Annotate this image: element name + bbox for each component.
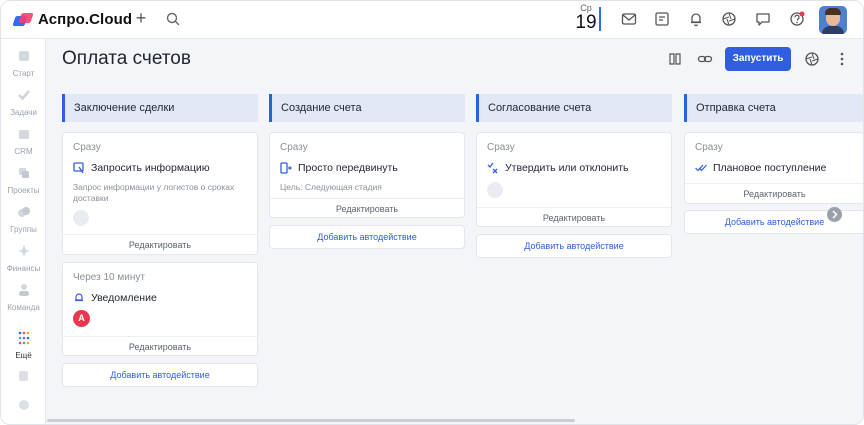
app-logo[interactable]: Аспро.Cloud [12, 11, 133, 28]
projects-icon [18, 168, 29, 178]
action-card[interactable]: Через 10 минут Уведомление А Редактирова… [62, 262, 258, 356]
column-header: Отправка счета [684, 94, 863, 122]
sidebar-item-label: Финансы [6, 264, 41, 273]
page-title: Оплата счетов [62, 48, 191, 69]
team-icon [18, 284, 29, 296]
edit-button[interactable]: Редактировать [685, 183, 863, 203]
edit-button[interactable]: Редактировать [63, 336, 257, 356]
notes-icon[interactable] [653, 10, 671, 28]
card-timing: Через 10 минут [73, 272, 145, 283]
pin-icon[interactable] [16, 369, 32, 383]
edit-button[interactable]: Редактировать [270, 198, 464, 218]
sidebar-item-finance[interactable]: Финансы [1, 244, 46, 273]
app-name: Аспро.Cloud [38, 11, 133, 28]
card-description: Запрос информации у логистов о сроках до… [73, 182, 235, 203]
top-bar: Аспро.Cloud + Ср 19 [1, 1, 863, 39]
edit-button[interactable]: Редактировать [477, 207, 671, 227]
sidebar-item-label: Команда [7, 303, 40, 312]
card-action-label: Утвердить или отклонить [505, 162, 629, 174]
action-card[interactable]: Сразу Просто передвинуть Цель: Следующая… [269, 132, 465, 218]
sidebar: Старт Задачи CRM Проекты Группы Финансы … [1, 39, 46, 424]
card-description: Цель: Следующая стадия [280, 182, 382, 192]
sidebar-item-crm[interactable]: CRM [1, 127, 46, 156]
chat-bubble-icon[interactable] [16, 398, 32, 412]
move-icon [280, 162, 292, 174]
book-icon[interactable] [666, 50, 684, 68]
bell-icon[interactable] [687, 10, 705, 28]
date-day: 19 [575, 12, 597, 33]
run-button[interactable]: Запустить [725, 47, 791, 71]
card-action: Просто передвинуть [280, 162, 398, 174]
column-header: Согласование счета [476, 94, 672, 122]
card-action-label: Запросить информацию [91, 162, 210, 174]
action-card[interactable]: Сразу Утвердить или отклонить Редактиров… [476, 132, 672, 227]
sidebar-item-label: Ещё [15, 351, 32, 360]
sidebar-item-label: Задачи [10, 108, 37, 117]
groups-icon [17, 207, 30, 217]
plus-icon[interactable]: + [132, 9, 150, 27]
aperture-icon[interactable] [803, 50, 821, 68]
calendar-date[interactable]: Ср 19 [571, 4, 601, 33]
card-timing: Сразу [695, 142, 723, 153]
crm-icon [18, 130, 29, 139]
aperture-icon[interactable] [720, 10, 738, 28]
edit-button[interactable]: Редактировать [63, 234, 257, 254]
mail-icon[interactable] [620, 10, 638, 28]
card-action-label: Уведомление [91, 292, 157, 304]
more-vertical-icon[interactable] [833, 50, 851, 68]
app-window: Аспро.Cloud + Ср 19 Старт Задачи CRM Про… [0, 0, 864, 425]
sidebar-item-label: Проекты [7, 186, 40, 195]
bell-icon [75, 293, 83, 302]
sidebar-item-team[interactable]: Команда [1, 283, 46, 312]
card-timing: Сразу [280, 142, 308, 153]
sidebar-item-more[interactable]: Ещё [1, 331, 46, 360]
add-action-button[interactable]: Добавить автодействие [62, 363, 258, 387]
sidebar-item-label: Группы [10, 225, 37, 234]
card-action-label: Плановое поступление [713, 162, 827, 174]
user-avatar[interactable] [819, 6, 847, 34]
sidebar-item-groups[interactable]: Группы [1, 205, 46, 234]
tasks-icon [17, 90, 30, 101]
card-action: Утвердить или отклонить [487, 162, 629, 174]
card-timing: Сразу [73, 142, 101, 153]
user-avatar: А [73, 310, 90, 327]
logo-icon [12, 12, 34, 27]
card-action: Плановое поступление [695, 162, 826, 174]
sidebar-item-label: CRM [14, 147, 33, 156]
column-header: Создание счета [269, 94, 465, 122]
date-divider [599, 7, 601, 31]
link-icon[interactable] [696, 50, 714, 68]
home-icon [18, 51, 29, 61]
horizontal-scrollbar[interactable] [47, 419, 575, 422]
card-timing: Сразу [487, 142, 515, 153]
scroll-right-icon[interactable] [827, 207, 842, 222]
add-action-button[interactable]: Добавить автодействие [476, 234, 672, 258]
sidebar-item-tasks[interactable]: Задачи [1, 88, 46, 117]
sidebar-item-projects[interactable]: Проекты [1, 166, 46, 195]
add-action-button[interactable]: Добавить автодействие [269, 225, 465, 249]
card-action: Запросить информацию [73, 162, 210, 174]
person-icon [73, 210, 89, 226]
finance-icon [16, 245, 31, 257]
card-action: Уведомление [73, 292, 157, 304]
card-action-label: Просто передвинуть [298, 162, 398, 174]
column-header: Заключение сделки [62, 94, 258, 122]
action-card[interactable]: Сразу Запросить информацию Запрос информ… [62, 132, 258, 255]
request-icon [73, 162, 84, 174]
double-check-icon [695, 164, 707, 172]
chat-icon[interactable] [754, 10, 772, 28]
approve-reject-icon [487, 162, 498, 174]
apps-grid-icon [18, 331, 29, 345]
person-icon [487, 182, 503, 198]
help-icon[interactable] [788, 10, 806, 28]
sidebar-item-label: Старт [12, 69, 35, 78]
action-card[interactable]: Сразу Плановое поступление Редактировать [684, 132, 863, 204]
sidebar-item-start[interactable]: Старт [1, 49, 46, 78]
search-icon[interactable] [165, 11, 181, 27]
